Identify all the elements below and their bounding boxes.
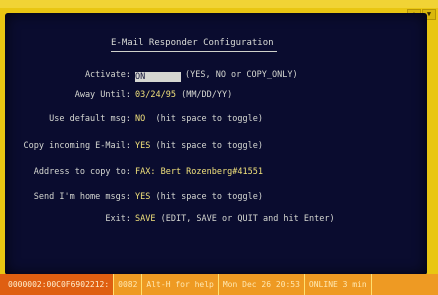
status-id: 0000002:00C0F6902212: bbox=[0, 274, 115, 295]
default-msg-toggle[interactable]: NO bbox=[135, 114, 145, 124]
copy-incoming-toggle[interactable]: YES bbox=[135, 141, 150, 151]
frame-top-strip bbox=[0, 0, 438, 8]
copy-address-field[interactable]: FAX: Bert Rozenberg#41551 bbox=[135, 167, 263, 177]
activate-hint: (YES, NO or COPY_ONLY) bbox=[185, 70, 298, 80]
home-msgs-hint: (hit space to toggle) bbox=[155, 192, 263, 202]
status-bar: 0000002:00C0F6902212: 0082 Alt-H for hel… bbox=[0, 274, 438, 295]
home-msgs-toggle[interactable]: YES bbox=[135, 192, 150, 202]
status-code: 0082 bbox=[114, 274, 143, 295]
activate-value[interactable]: ON (YES, NO or COPY_ONLY) bbox=[135, 70, 298, 82]
status-help[interactable]: Alt-H for help bbox=[142, 274, 219, 295]
activate-field[interactable]: ON bbox=[135, 72, 181, 82]
exit-hint: (EDIT, SAVE or QUIT and hit Enter) bbox=[160, 214, 335, 224]
home-msgs-value[interactable]: YES (hit space to toggle) bbox=[135, 192, 263, 202]
away-until-date[interactable]: 03/24/95 bbox=[135, 90, 176, 100]
copy-incoming-row: Copy incoming E-Mail: YES (hit space to … bbox=[5, 141, 427, 155]
exit-value[interactable]: SAVE (EDIT, SAVE or QUIT and hit Enter) bbox=[135, 214, 335, 224]
status-online: ONLINE 3 min bbox=[305, 274, 372, 295]
copy-address-value[interactable]: FAX: Bert Rozenberg#41551 bbox=[135, 167, 263, 177]
default-msg-row: Use default msg: NO (hit space to toggle… bbox=[5, 114, 427, 128]
exit-label: Exit: bbox=[105, 214, 131, 224]
status-clock: Mon Dec 26 20:53 bbox=[219, 274, 305, 295]
home-msgs-label: Send I'm home msgs: bbox=[33, 192, 131, 202]
copy-address-label: Address to copy to: bbox=[33, 167, 131, 177]
exit-command-field[interactable]: SAVE bbox=[135, 214, 155, 224]
away-until-value[interactable]: 03/24/95 (MM/DD/YY) bbox=[135, 90, 232, 100]
home-msgs-row: Send I'm home msgs: YES (hit space to to… bbox=[5, 192, 427, 206]
copy-incoming-label: Copy incoming E-Mail: bbox=[23, 141, 131, 151]
monitor-frame: ▲ ▼ E-Mail Responder Configuration Activ… bbox=[0, 0, 438, 295]
page-title: E-Mail Responder Configuration bbox=[111, 38, 274, 48]
away-until-hint: (MM/DD/YY) bbox=[181, 90, 233, 100]
activate-row: Activate: ON (YES, NO or COPY_ONLY) bbox=[5, 70, 427, 84]
activate-label: Activate: bbox=[84, 70, 131, 80]
copy-address-row: Address to copy to: FAX: Bert Rozenberg#… bbox=[5, 167, 427, 181]
copy-incoming-value[interactable]: YES (hit space to toggle) bbox=[135, 141, 263, 151]
away-until-label: Away Until: bbox=[74, 90, 131, 100]
copy-incoming-hint: (hit space to toggle) bbox=[155, 141, 263, 151]
terminal-screen: E-Mail Responder Configuration Activate:… bbox=[5, 13, 427, 275]
default-msg-label: Use default msg: bbox=[49, 114, 131, 124]
away-until-row: Away Until: 03/24/95 (MM/DD/YY) bbox=[5, 90, 427, 104]
default-msg-value[interactable]: NO (hit space to toggle) bbox=[135, 114, 263, 124]
title-underline bbox=[111, 51, 277, 52]
default-msg-hint: (hit space to toggle) bbox=[155, 114, 263, 124]
exit-row: Exit: SAVE (EDIT, SAVE or QUIT and hit E… bbox=[5, 214, 427, 228]
